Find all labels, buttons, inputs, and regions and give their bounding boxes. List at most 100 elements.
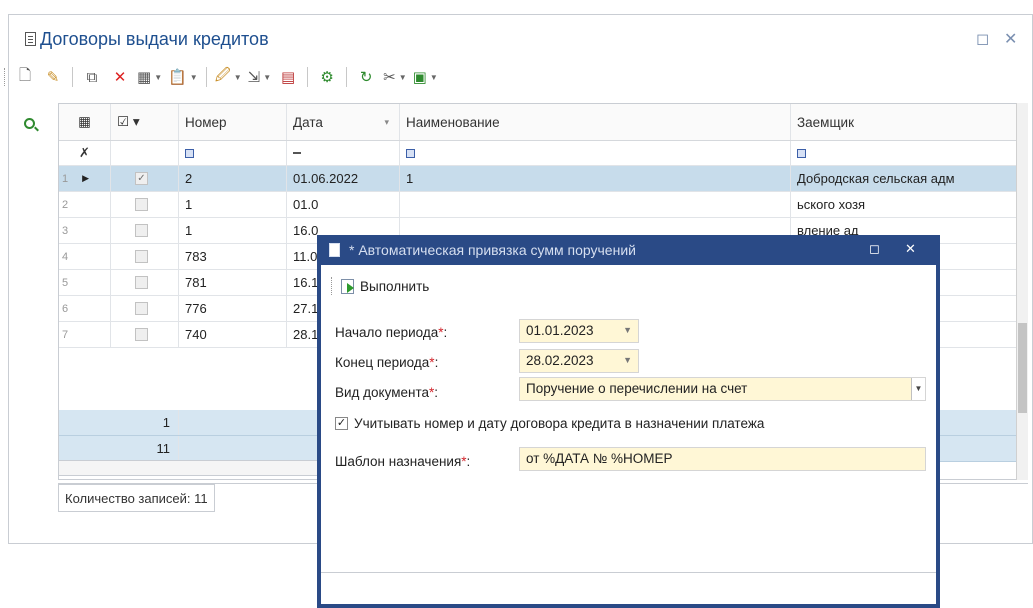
- column-chooser-icon[interactable]: ▦: [59, 104, 111, 140]
- cell-number: 783: [179, 244, 287, 269]
- cell-number: 1: [179, 192, 287, 217]
- cell-date: 01.06.2022: [287, 166, 400, 191]
- row-select-checkbox[interactable]: [111, 296, 179, 321]
- label-colon: :: [434, 385, 439, 400]
- vertical-scrollbar[interactable]: [1016, 103, 1028, 480]
- window-title: Договоры выдачи кредитов: [40, 29, 269, 49]
- row-select-checkbox[interactable]: ✓: [111, 166, 179, 191]
- period-start-field[interactable]: 01.01.2023 ▼: [519, 319, 639, 343]
- clipboard-icon[interactable]: 📋 ▼: [168, 66, 198, 88]
- maximize-button[interactable]: ◻: [976, 29, 989, 49]
- refresh-icon[interactable]: ↻: [355, 66, 377, 88]
- edit-pencil-icon[interactable]: ✎: [42, 66, 64, 88]
- delete-icon[interactable]: ✕: [109, 66, 131, 88]
- table-row[interactable]: 1 ▶ ✓ 2 01.06.2022 1 Добродская сельская адм: [59, 166, 1027, 192]
- row-select-checkbox[interactable]: [111, 244, 179, 269]
- period-end-label-text: Конец периода: [335, 355, 430, 370]
- copy-icon[interactable]: ⧉: [81, 66, 103, 88]
- template-label: Шаблон назначения*:: [335, 454, 470, 469]
- table-row[interactable]: 2 1 01.0 ьского хозя: [59, 192, 1027, 218]
- print-icon[interactable]: ▤: [277, 66, 299, 88]
- doc-type-combo[interactable]: Поручение о перечислении на счет ▼: [519, 377, 926, 401]
- filter-dash-icon: [293, 152, 301, 154]
- tools-icon[interactable]: ✂ ▼: [383, 66, 407, 88]
- filter-date[interactable]: [287, 141, 400, 165]
- title-bar: Договоры выдачи кредитов ◻ ✕: [9, 15, 1032, 55]
- column-header-number[interactable]: Номер: [179, 104, 287, 140]
- filter-name[interactable]: [400, 141, 791, 165]
- cell-number: 781: [179, 270, 287, 295]
- dialog-title-bar[interactable]: * Автоматическая привязка сумм поручений…: [317, 235, 940, 265]
- dropdown-arrow-icon[interactable]: ▼: [623, 325, 632, 335]
- footer-total: 11: [59, 436, 179, 461]
- current-row-icon: ▶: [82, 173, 90, 183]
- toolbar-grip[interactable]: [331, 277, 333, 295]
- template-field[interactable]: от %ДАТА № %НОМЕР: [519, 447, 926, 471]
- close-button[interactable]: ✕: [1004, 29, 1017, 49]
- row-number: 6: [59, 296, 111, 321]
- export-icon[interactable]: ⇲ ▼: [248, 66, 272, 88]
- column-header-date[interactable]: Дата ▾: [287, 104, 400, 140]
- checkbox-label: Учитывать номер и дату договора кредита …: [354, 416, 765, 431]
- cell-number: 740: [179, 322, 287, 347]
- dropdown-arrow-icon[interactable]: ▼: [911, 378, 925, 400]
- run-icon[interactable]: [341, 278, 354, 294]
- cell-borrower: ьского хозя: [797, 197, 866, 212]
- row-select-checkbox[interactable]: [111, 218, 179, 243]
- dialog-toolbar: Выполнить: [331, 275, 429, 297]
- period-end-label: Конец периода*:: [335, 355, 438, 370]
- sort-arrow-icon: ▾: [384, 116, 389, 127]
- column-header-select[interactable]: ☑ ▾: [111, 104, 179, 140]
- toolbar-separator: [205, 67, 207, 87]
- filter-number[interactable]: [179, 141, 287, 165]
- filter-borrower[interactable]: [791, 141, 1027, 165]
- dialog-title: * Автоматическая привязка сумм поручений: [349, 242, 636, 258]
- document-icon: [25, 32, 36, 46]
- dialog-divider: [321, 572, 936, 573]
- report-icon[interactable]: 🖉 ▼: [215, 66, 242, 88]
- period-end-field[interactable]: 28.02.2023 ▼: [519, 349, 639, 373]
- pin-icon[interactable]: ✗: [59, 141, 111, 165]
- row-select-checkbox[interactable]: [111, 322, 179, 347]
- new-doc-icon[interactable]: 🗋: [14, 66, 36, 88]
- dropdown-arrow-icon[interactable]: ▼: [623, 355, 632, 365]
- table-settings-icon[interactable]: ▦ ▼: [137, 66, 162, 88]
- cell-number: 2: [179, 166, 287, 191]
- row-select-checkbox[interactable]: [111, 192, 179, 217]
- row-number: 3: [59, 218, 111, 243]
- toolbar-separator: [307, 67, 309, 87]
- dialog-close-button[interactable]: ✕: [905, 241, 916, 257]
- filter-select[interactable]: [111, 141, 179, 165]
- grid-header: ▦ ☑ ▾ Номер Дата ▾ Наименование Заемщик: [59, 104, 1027, 141]
- period-start-label-text: Начало периода: [335, 325, 439, 340]
- row-select-checkbox[interactable]: [111, 270, 179, 295]
- cell-date: 01.0: [287, 192, 400, 217]
- toolbar-separator: [72, 67, 73, 87]
- schema-icon[interactable]: ▣ ▼: [413, 66, 438, 88]
- row-number: 7: [59, 322, 111, 347]
- toolbar-separator: [346, 67, 348, 87]
- label-colon: :: [443, 325, 448, 340]
- column-header-date-label: Дата: [293, 114, 323, 130]
- gear-icon[interactable]: ⚙: [316, 66, 338, 88]
- column-header-name[interactable]: Наименование: [400, 104, 791, 140]
- template-label-text: Шаблон назначения: [335, 454, 462, 469]
- doc-type-label-text: Вид документа: [335, 385, 429, 400]
- search-icon[interactable]: [24, 118, 35, 129]
- run-button[interactable]: Выполнить: [360, 279, 429, 294]
- dialog-maximize-button[interactable]: ◻: [869, 241, 880, 257]
- period-start-label: Начало периода*:: [335, 325, 447, 340]
- scroll-thumb[interactable]: [1018, 323, 1027, 413]
- doc-type-label: Вид документа*:: [335, 385, 438, 400]
- doc-type-value: Поручение о перечислении на счет: [526, 381, 748, 396]
- label-colon: :: [434, 355, 439, 370]
- toolbar-grip[interactable]: [4, 68, 6, 86]
- record-count: Количество записей: 11: [58, 484, 215, 512]
- column-header-borrower[interactable]: Заемщик: [791, 104, 1027, 140]
- period-start-value: 01.01.2023: [526, 323, 594, 338]
- auto-binding-dialog: * Автоматическая привязка сумм поручений…: [317, 235, 940, 608]
- checkbox-checked-icon[interactable]: ✓: [335, 417, 348, 430]
- document-icon: [329, 243, 340, 257]
- include-number-date-checkbox[interactable]: ✓ Учитывать номер и дату договора кредит…: [335, 416, 764, 431]
- horizontal-scrollbar[interactable]: [58, 460, 358, 476]
